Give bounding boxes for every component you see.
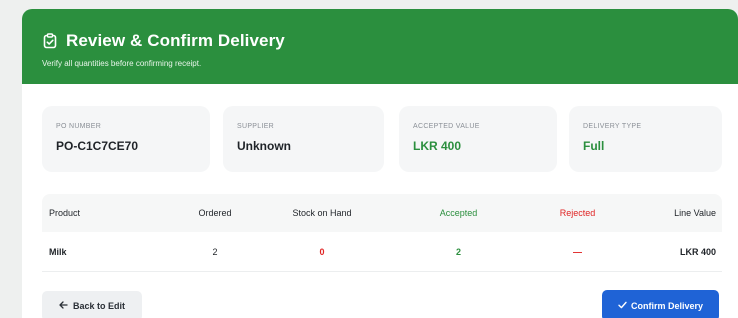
supplier-label: SUPPLIER xyxy=(237,123,275,130)
modal-title: Review & Confirm Delivery xyxy=(66,31,285,50)
header-accepted: Accepted xyxy=(439,208,478,218)
modal-footer: Back to Edit Confirm Delivery xyxy=(22,275,738,318)
clipboard-check-icon xyxy=(42,33,58,49)
table-header: Product Ordered Stock on Hand Accepted R… xyxy=(42,194,722,232)
delivery-type-label: DELIVERY TYPE xyxy=(583,123,642,130)
summary-cards: PO NUMBER PO-C1C7CE70 SUPPLIER Unknown A… xyxy=(42,106,722,174)
header-product: Product xyxy=(49,208,81,218)
modal-subtitle: Verify all quantities before confirming … xyxy=(42,59,202,68)
header-line-value: Line Value xyxy=(674,208,716,218)
delivery-type-value: Full xyxy=(583,139,605,153)
modal-header: Review & Confirm Delivery Verify all qua… xyxy=(22,9,738,84)
row-line-value: LKR 400 xyxy=(679,246,716,257)
po-number-value: PO-C1C7CE70 xyxy=(56,139,139,153)
row-product: Milk xyxy=(49,246,67,257)
supplier-value: Unknown xyxy=(237,139,291,153)
row-accepted: 2 xyxy=(455,246,461,257)
accepted-value-label: ACCEPTED VALUE xyxy=(413,123,480,130)
header-ordered: Ordered xyxy=(198,208,232,218)
accepted-value-card: ACCEPTED VALUE LKR 400 xyxy=(399,106,557,172)
delivery-type-card: DELIVERY TYPE Full xyxy=(569,106,722,172)
check-icon xyxy=(618,301,627,311)
back-to-edit-button[interactable]: Back to Edit xyxy=(42,291,142,318)
table-row: Milk 2 0 2 — LKR 400 xyxy=(42,232,722,272)
po-number-card: PO NUMBER PO-C1C7CE70 xyxy=(42,106,210,172)
header-rejected: Rejected xyxy=(559,208,596,218)
accepted-value-value: LKR 400 xyxy=(413,139,462,153)
row-ordered: 2 xyxy=(212,246,218,257)
confirm-delivery-modal: Review & Confirm Delivery Verify all qua… xyxy=(22,9,738,318)
header-stock-on-hand: Stock on Hand xyxy=(292,208,352,218)
back-to-edit-label: Back to Edit xyxy=(72,301,125,311)
row-stock-on-hand: 0 xyxy=(319,246,325,257)
po-number-label: PO NUMBER xyxy=(56,123,102,130)
row-rejected: — xyxy=(573,246,582,257)
arrow-left-icon xyxy=(59,301,68,311)
confirm-delivery-button[interactable]: Confirm Delivery xyxy=(602,290,719,318)
confirm-delivery-label: Confirm Delivery xyxy=(630,300,704,311)
title-row: Review & Confirm Delivery xyxy=(42,31,285,51)
supplier-card: SUPPLIER Unknown xyxy=(223,106,384,172)
